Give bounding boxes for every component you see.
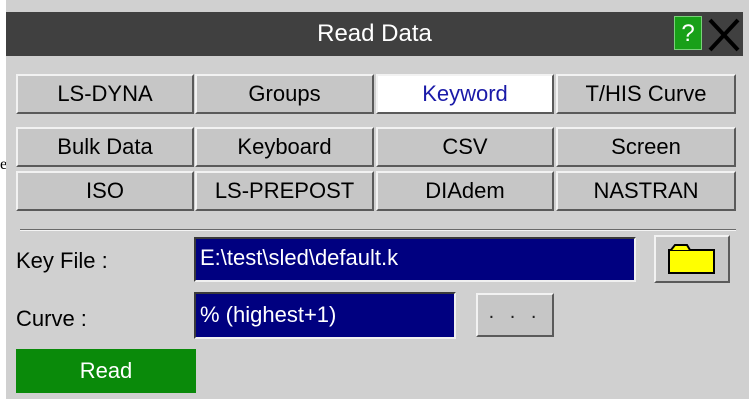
section-divider (20, 229, 736, 231)
ellipsis-label: . . . (488, 301, 542, 323)
folder-icon (668, 244, 715, 274)
curve-input[interactable]: % (highest+1) (194, 292, 456, 339)
tab-groups[interactable]: Groups (195, 74, 374, 114)
title-bar: Read Data ? (6, 12, 743, 56)
tab-iso[interactable]: ISO (16, 171, 194, 211)
close-icon[interactable] (706, 14, 742, 54)
key-file-label: Key File : (16, 248, 108, 273)
tab-screen[interactable]: Screen (556, 127, 736, 167)
tab-keyword[interactable]: Keyword (376, 74, 554, 114)
tab-diadem[interactable]: DIAdem (376, 171, 554, 211)
key-file-value: E:\test\sled\default.k (200, 245, 399, 270)
browse-folder-button[interactable] (654, 235, 730, 283)
tab-ls-prepost[interactable]: LS-PREPOST (195, 171, 374, 211)
window-title: Read Data (317, 20, 432, 47)
curve-more-button[interactable]: . . . (476, 293, 554, 337)
curve-label: Curve : (16, 306, 87, 331)
tab-this-curve[interactable]: T/HIS Curve (556, 74, 736, 114)
curve-value: % (highest+1) (200, 302, 337, 327)
key-file-input[interactable]: E:\test\sled\default.k (194, 237, 636, 282)
tab-keyboard[interactable]: Keyboard (195, 127, 374, 167)
tab-csv[interactable]: CSV (376, 127, 554, 167)
help-button[interactable]: ? (674, 16, 702, 50)
tab-nastran[interactable]: NASTRAN (556, 171, 736, 211)
read-button[interactable]: Read (16, 349, 196, 393)
tab-bulk-data[interactable]: Bulk Data (16, 127, 194, 167)
tab-ls-dyna[interactable]: LS-DYNA (16, 74, 194, 114)
